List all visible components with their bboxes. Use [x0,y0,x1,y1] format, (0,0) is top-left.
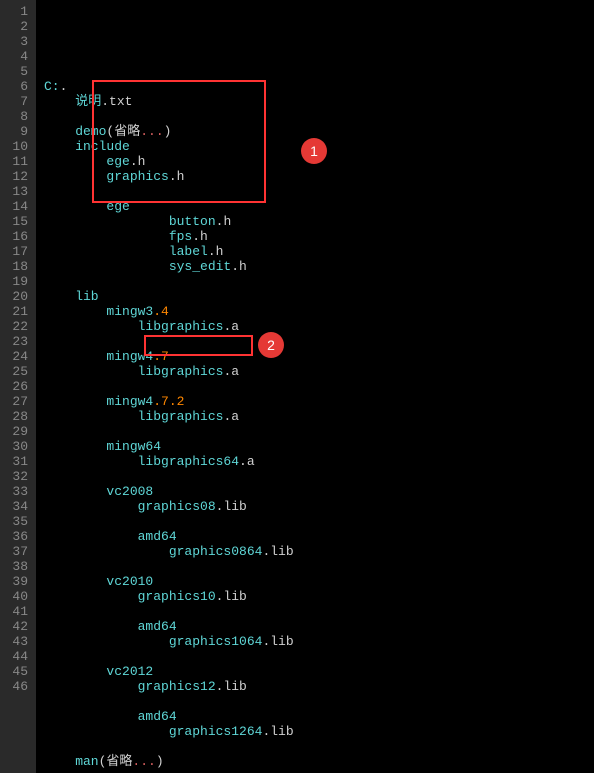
code-line[interactable]: amd64 [44,529,594,544]
line-number: 24 [4,349,28,364]
code-line[interactable]: mingw64 [44,439,594,454]
line-number: 43 [4,634,28,649]
code-line[interactable]: graphics08.lib [44,499,594,514]
code-editor[interactable]: 1 2 C:. 说明.txt demo(省略...) include ege.h… [36,0,594,773]
code-line[interactable]: graphics12.lib [44,679,594,694]
code-line[interactable] [44,334,594,349]
code-line[interactable]: graphics0864.lib [44,544,594,559]
line-number: 27 [4,394,28,409]
code-line[interactable] [44,109,594,124]
line-number: 41 [4,604,28,619]
line-number-gutter: 1234567891011121314151617181920212223242… [0,0,36,773]
code-line[interactable]: libgraphics.a [44,364,594,379]
code-line[interactable]: mingw4.7.2 [44,394,594,409]
line-number: 30 [4,439,28,454]
line-number: 13 [4,184,28,199]
code-line[interactable]: amd64 [44,619,594,634]
code-line[interactable] [44,424,594,439]
line-number: 45 [4,664,28,679]
code-line[interactable] [44,694,594,709]
code-line[interactable] [44,739,594,754]
line-number: 2 [4,19,28,34]
code-line[interactable]: label.h [44,244,594,259]
line-number: 32 [4,469,28,484]
code-line[interactable]: libgraphics.a [44,319,594,334]
code-line[interactable]: libgraphics64.a [44,454,594,469]
code-line[interactable] [44,274,594,289]
code-line[interactable]: graphics1264.lib [44,724,594,739]
code-line[interactable] [44,379,594,394]
code-line[interactable]: demo(省略...) [44,124,594,139]
line-number: 26 [4,379,28,394]
line-number: 8 [4,109,28,124]
code-line[interactable] [44,184,594,199]
line-number: 37 [4,544,28,559]
code-line[interactable]: vc2008 [44,484,594,499]
code-line[interactable]: ege [44,199,594,214]
code-line[interactable]: graphics1064.lib [44,634,594,649]
line-number: 12 [4,169,28,184]
line-number: 23 [4,334,28,349]
code-line[interactable] [44,514,594,529]
line-number: 1 [4,4,28,19]
code-line[interactable]: 说明.txt [44,94,594,109]
code-line[interactable]: sys_edit.h [44,259,594,274]
line-number: 42 [4,619,28,634]
code-line[interactable]: vc2012 [44,664,594,679]
line-number: 3 [4,34,28,49]
code-line[interactable] [44,649,594,664]
line-number: 22 [4,319,28,334]
code-line[interactable] [44,469,594,484]
line-number: 40 [4,589,28,604]
code-line[interactable]: vc2010 [44,574,594,589]
line-number: 10 [4,139,28,154]
code-line[interactable]: button.h [44,214,594,229]
line-number: 39 [4,574,28,589]
code-line[interactable] [44,559,594,574]
line-number: 11 [4,154,28,169]
code-line[interactable]: fps.h [44,229,594,244]
line-number: 16 [4,229,28,244]
code-line[interactable]: graphics10.lib [44,589,594,604]
line-number: 14 [4,199,28,214]
code-line[interactable]: lib [44,289,594,304]
code-line[interactable] [44,604,594,619]
line-number: 34 [4,499,28,514]
line-number: 7 [4,94,28,109]
line-number: 21 [4,304,28,319]
line-number: 17 [4,244,28,259]
code-line[interactable]: mingw3.4 [44,304,594,319]
line-number: 20 [4,289,28,304]
code-line[interactable]: man(省略...) [44,754,594,769]
line-number: 36 [4,529,28,544]
code-line[interactable]: libgraphics.a [44,409,594,424]
line-number: 44 [4,649,28,664]
code-line[interactable]: amd64 [44,709,594,724]
annotation-badge-2: 2 [258,332,284,358]
line-number: 38 [4,559,28,574]
line-number: 33 [4,484,28,499]
code-line[interactable]: graphics.h [44,169,594,184]
line-number: 31 [4,454,28,469]
line-number: 28 [4,409,28,424]
line-number: 5 [4,64,28,79]
line-number: 29 [4,424,28,439]
line-number: 18 [4,259,28,274]
line-number: 15 [4,214,28,229]
line-number: 25 [4,364,28,379]
code-line[interactable]: mingw4.7 [44,349,594,364]
line-number: 4 [4,49,28,64]
line-number: 6 [4,79,28,94]
line-number: 46 [4,679,28,694]
line-number: 35 [4,514,28,529]
code-line[interactable]: C:. [44,79,594,94]
line-number: 9 [4,124,28,139]
annotation-badge-1: 1 [301,138,327,164]
line-number: 19 [4,274,28,289]
